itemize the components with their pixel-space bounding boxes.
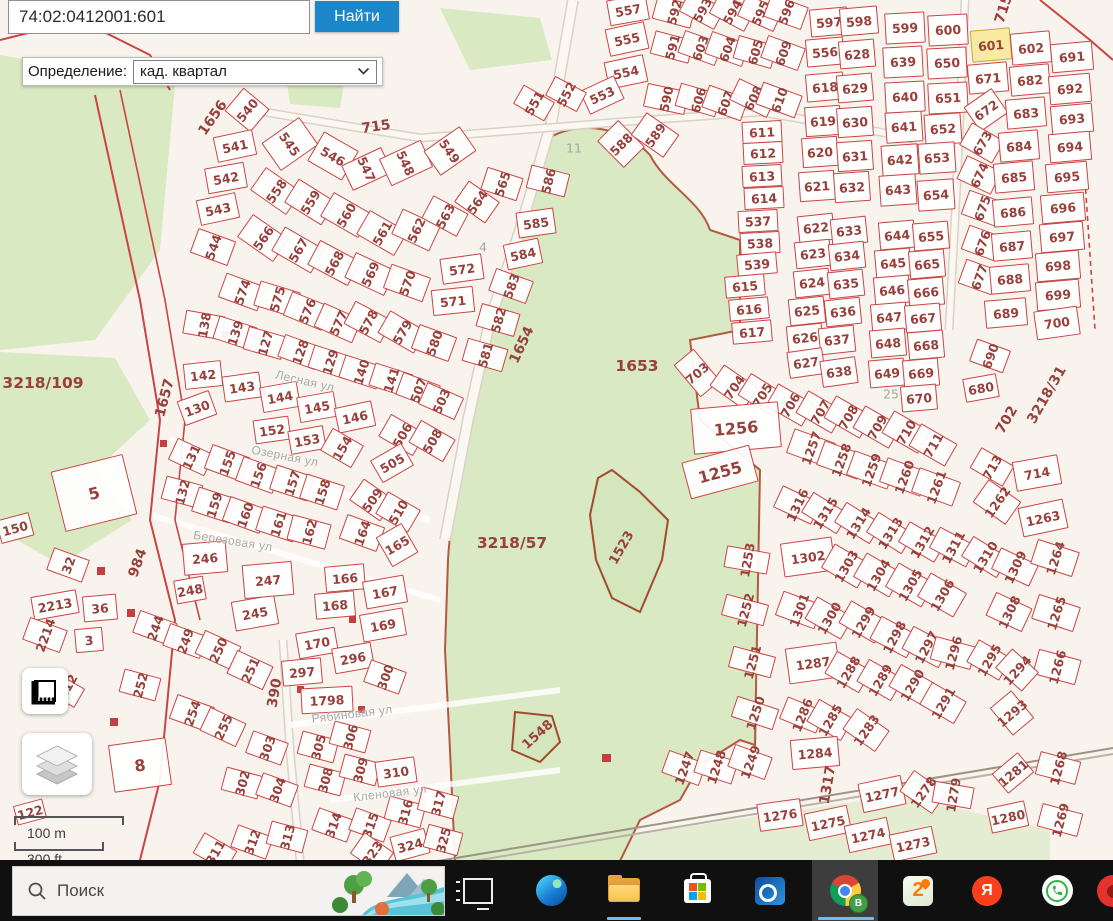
task-view-icon [463, 878, 493, 904]
layers-button[interactable] [22, 733, 92, 795]
scale-line-metric [14, 816, 124, 825]
scale-line-imperial [14, 842, 104, 851]
street-label: Березовая ул [192, 528, 273, 554]
definition-panel: Определение: кад. квартал [22, 57, 383, 86]
2gis-icon: 2 [903, 876, 933, 906]
taskbar-search-label: Поиск [57, 881, 104, 901]
measure-tool-button[interactable] [22, 668, 68, 714]
taskbar-store-button[interactable] [666, 860, 728, 921]
windows-taskbar: Поиск [0, 860, 1113, 921]
find-button[interactable]: Найти [315, 1, 399, 32]
outlook-icon [755, 877, 785, 905]
taskbar-file-explorer-button[interactable] [593, 860, 655, 921]
definition-select[interactable]: кад. квартал [133, 60, 377, 84]
taskbar-2gis-button[interactable]: 2 [887, 860, 949, 921]
cadastral-search-box[interactable] [8, 0, 310, 34]
street-label: Кленовая ул [352, 782, 427, 805]
street-label: Рябиновая ул [311, 702, 393, 726]
ruler-icon [30, 676, 60, 706]
edge-icon [536, 875, 567, 906]
taskbar-search[interactable]: Поиск [12, 866, 445, 916]
definition-label: Определение: [28, 63, 127, 80]
taskbar-outlook-button[interactable] [739, 860, 801, 921]
definition-value: кад. квартал [140, 63, 227, 80]
map-canvas[interactable]: 1656540541542543544545546547548549715715… [0, 0, 1113, 921]
chevron-down-icon [357, 67, 370, 76]
search-input[interactable] [9, 7, 309, 27]
street-label: Лесная ул [274, 367, 336, 394]
app-partial-icon[interactable] [1097, 875, 1113, 907]
street-label: Озерная ул [250, 443, 319, 470]
taskbar-task-view-button[interactable] [447, 860, 509, 921]
yandex-browser-icon: Я [972, 876, 1002, 906]
microsoft-store-icon [684, 879, 711, 903]
taskbar-yandex-button[interactable]: Я [956, 860, 1018, 921]
active-app-indicator [818, 917, 874, 920]
whatsapp-icon [1042, 875, 1073, 906]
taskbar-chrome-button[interactable]: В [814, 860, 876, 921]
layers-icon [31, 742, 83, 786]
weather-illustration [332, 867, 444, 915]
vk-badge: В [849, 894, 868, 913]
scale-metric: 100 m [14, 825, 124, 842]
open-app-indicator [607, 917, 641, 920]
file-explorer-icon [608, 878, 640, 904]
desktop-screen: 1656540541542543544545546547548549715715… [0, 0, 1113, 921]
taskbar-whatsapp-button[interactable] [1026, 860, 1088, 921]
search-icon [27, 881, 47, 901]
street-layer: Лесная ул Озерная ул Березовая ул Рябиновая… [0, 0, 1113, 921]
taskbar-edge-button[interactable] [520, 860, 582, 921]
